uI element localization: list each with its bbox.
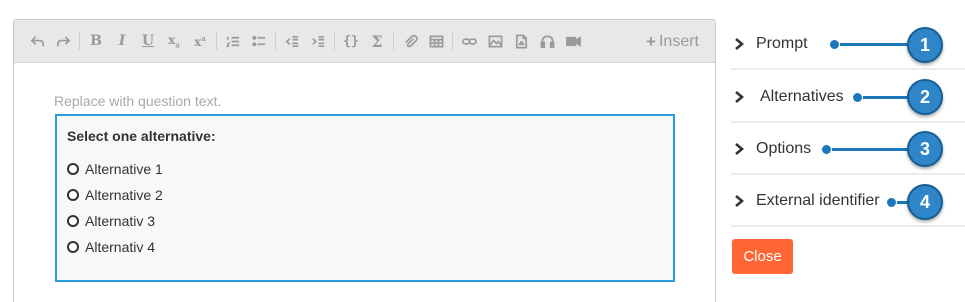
table-icon[interactable] <box>423 28 449 54</box>
callout-dot <box>886 197 897 208</box>
code-icon[interactable]: {} <box>338 28 364 54</box>
alternative-label: Alternative 2 <box>85 187 163 203</box>
indent-icon[interactable] <box>305 28 331 54</box>
toolbar-divider <box>275 32 276 50</box>
toolbar-divider <box>334 32 335 50</box>
radio-icon[interactable] <box>67 189 79 201</box>
callout-badge: 3 <box>907 131 943 167</box>
accordion-label: Prompt <box>756 34 808 52</box>
alternative-option[interactable]: Alternative 2 <box>67 182 663 208</box>
callout-badge: 1 <box>907 27 943 63</box>
insert-label: Insert <box>658 32 699 50</box>
attachment-icon[interactable] <box>397 28 423 54</box>
toolbar-divider <box>393 32 394 50</box>
editor-toolbar: B I U xa xa {} Σ + Insert <box>14 20 715 63</box>
alternative-label: Alternativ 3 <box>85 213 156 229</box>
question-editor: B I U xa xa {} Σ + Insert Replace with q… <box>13 19 716 302</box>
italic-icon[interactable]: I <box>109 28 135 54</box>
sigma-icon[interactable]: Σ <box>364 28 390 54</box>
chevron-right-icon <box>734 142 745 156</box>
redo-icon[interactable] <box>50 28 76 54</box>
callout-connector <box>834 43 910 46</box>
accordion-label: Alternatives <box>760 87 844 105</box>
callout-dot <box>821 144 832 155</box>
subscript-icon[interactable]: xa <box>161 28 187 54</box>
bold-icon[interactable]: B <box>83 28 109 54</box>
alternatives-block[interactable]: Select one alternative: Alternative 1 Al… <box>55 114 675 282</box>
accordion-label: Options <box>756 139 812 157</box>
alternative-option[interactable]: Alternativ 4 <box>67 234 663 260</box>
alternative-label: Alternative 1 <box>85 161 163 177</box>
video-icon[interactable] <box>560 28 586 54</box>
ordered-list-icon[interactable] <box>220 28 246 54</box>
callout-badge: 2 <box>907 79 943 115</box>
chevron-right-icon <box>734 194 745 208</box>
callout-badge: 4 <box>907 184 943 220</box>
question-text-placeholder[interactable]: Replace with question text. <box>54 93 221 109</box>
superscript-icon[interactable]: xa <box>187 28 213 54</box>
image-icon[interactable] <box>482 28 508 54</box>
outdent-icon[interactable] <box>279 28 305 54</box>
alternative-option[interactable]: Alternativ 3 <box>67 208 663 234</box>
radio-icon[interactable] <box>67 163 79 175</box>
chevron-right-icon <box>734 37 745 51</box>
callout-dot <box>852 92 863 103</box>
plus-icon: + <box>646 31 656 51</box>
toolbar-divider <box>79 32 80 50</box>
alternative-label: Alternativ 4 <box>85 239 156 255</box>
callout-connector <box>826 148 910 151</box>
underline-icon[interactable]: U <box>135 28 161 54</box>
question-instruction: Select one alternative: <box>67 128 216 144</box>
alternative-option[interactable]: Alternative 1 <box>67 156 663 182</box>
insert-button[interactable]: + Insert <box>646 20 699 63</box>
callout-connector <box>857 96 910 99</box>
undo-icon[interactable] <box>24 28 50 54</box>
radio-icon[interactable] <box>67 241 79 253</box>
callout-dot <box>829 39 840 50</box>
accordion-label: External identifier <box>756 191 880 209</box>
toolbar-divider <box>452 32 453 50</box>
unordered-list-icon[interactable] <box>246 28 272 54</box>
close-button[interactable]: Close <box>732 239 793 274</box>
link-icon[interactable] <box>456 28 482 54</box>
pdf-icon[interactable] <box>508 28 534 54</box>
radio-icon[interactable] <box>67 215 79 227</box>
toolbar-divider <box>216 32 217 50</box>
chevron-right-icon <box>734 90 745 104</box>
audio-icon[interactable] <box>534 28 560 54</box>
